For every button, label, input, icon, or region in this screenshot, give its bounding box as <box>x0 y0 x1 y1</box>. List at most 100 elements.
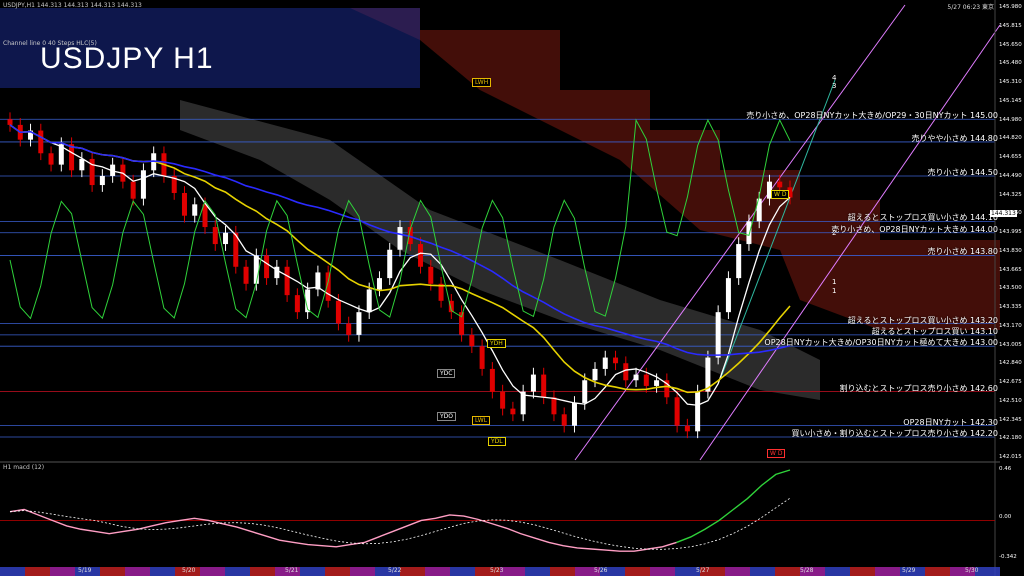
candle-body <box>294 295 300 313</box>
price-tick: 145.980 <box>999 4 1022 10</box>
candle-body <box>654 380 660 386</box>
date-tick: 5/20 <box>182 567 196 574</box>
candle-body <box>592 368 598 381</box>
price-tick: 144.655 <box>999 154 1022 160</box>
price-tick: 143.500 <box>999 285 1022 292</box>
channel-num-2: 2 <box>832 229 837 237</box>
candle-body <box>695 391 701 432</box>
candle-body <box>777 181 783 188</box>
session-bar <box>775 567 800 576</box>
price-tick: 142.180 <box>999 435 1022 442</box>
candle-body <box>284 266 290 296</box>
session-bar <box>725 567 750 576</box>
price-tick: 142.675 <box>999 379 1022 385</box>
candle-body <box>181 192 187 216</box>
date-tick: 5/22 <box>388 567 402 574</box>
channel-num-1b: 1 <box>832 287 837 295</box>
date-tick: 5/26 <box>594 567 608 574</box>
session-bar <box>150 567 175 576</box>
chart-title: USDJPY H1 <box>40 42 214 75</box>
price-tick: 143.335 <box>999 304 1022 310</box>
price-tick: 142.840 <box>999 360 1022 367</box>
session-bar <box>200 567 225 576</box>
price-tick: 142.345 <box>999 416 1022 423</box>
macd-tick: 0.46 <box>999 466 1012 472</box>
level-label-0: 売り小さめ、OP28日NYカット大きめ/OP29・30日NYカット 145.00 <box>746 111 998 121</box>
level-label-5: 売り小さめ 143.80 <box>927 247 998 257</box>
price-tick: 142.015 <box>999 454 1022 460</box>
price-tick: 144.820 <box>999 135 1022 142</box>
session-bar <box>400 567 425 576</box>
candle-body <box>674 397 680 426</box>
session-bar <box>625 567 650 576</box>
current-price-tag: 144.313 <box>990 210 1017 217</box>
macd-label: H1 macd (12) <box>3 464 45 471</box>
ydc-label: YDC <box>437 369 456 378</box>
candle-body <box>130 181 136 199</box>
candle-body <box>561 414 567 426</box>
level-label-11: 買い小さめ・割り込むとストップロス売り小さめ 142.20 <box>791 429 998 438</box>
session-bar <box>500 567 525 576</box>
session-bar <box>975 567 1000 576</box>
ydo-label: YDO <box>437 412 457 421</box>
candle-body <box>192 204 198 216</box>
session-bar <box>925 567 950 576</box>
candle-body <box>397 227 403 250</box>
candle-body <box>99 175 105 186</box>
candle-body <box>469 334 475 347</box>
price-tick: 142.510 <box>999 397 1022 404</box>
level-label-7: 超えるとストップロス買い 143.10 <box>871 326 998 336</box>
candle-body <box>541 374 547 398</box>
channel-num-4: 4 <box>832 74 837 82</box>
candle-body <box>684 425 690 432</box>
price-tick: 145.145 <box>999 97 1022 104</box>
candle-body <box>715 312 721 358</box>
macd-signal-line <box>9 497 791 550</box>
lwh-label: LWH <box>472 78 492 87</box>
candle-body <box>489 368 495 392</box>
candle-body <box>736 244 742 279</box>
candle-body <box>613 357 619 364</box>
ydl-label: YDL <box>488 437 506 446</box>
session-bar <box>325 567 350 576</box>
candle-body <box>376 278 382 290</box>
macd-line <box>9 508 677 552</box>
macd-line-up <box>676 469 791 544</box>
wd-top-label: W D <box>771 190 790 199</box>
price-tick: 143.995 <box>999 229 1022 235</box>
macd-tick: 0.00 <box>999 514 1012 520</box>
candle-body <box>223 232 229 245</box>
session-bar <box>50 567 75 576</box>
session-bar <box>250 567 275 576</box>
candle-body <box>243 266 249 284</box>
date-tick: 5/27 <box>696 567 710 574</box>
session-bar <box>100 567 125 576</box>
session-bar <box>350 567 375 576</box>
candle-body <box>479 346 485 369</box>
candle-body <box>366 289 372 313</box>
candle-body <box>140 170 146 199</box>
price-tick: 145.310 <box>999 79 1022 85</box>
session-bar <box>125 567 150 576</box>
level-label-9: 割り込むとストップロス売り小さめ 142.60 <box>839 383 998 393</box>
session-bar <box>300 567 325 576</box>
price-tick: 143.665 <box>999 266 1022 273</box>
price-tick: 145.815 <box>999 22 1022 29</box>
level-label-1: 売りやや小さめ 144.80 <box>911 133 998 143</box>
price-tick: 144.490 <box>999 172 1022 179</box>
session-bar <box>425 567 450 576</box>
candle-body <box>633 374 639 381</box>
candle-body <box>418 244 424 267</box>
session-bar <box>850 567 875 576</box>
date-tick: 5/28 <box>800 567 814 574</box>
date-tick: 5/29 <box>902 567 916 574</box>
price-tick: 143.005 <box>999 341 1022 348</box>
price-tick: 143.170 <box>999 322 1022 329</box>
price-tick: 144.325 <box>999 191 1022 198</box>
level-label-4: 売り小さめ、OP28日NYカット大きめ 144.00 <box>831 224 998 234</box>
candle-body <box>212 227 218 245</box>
candle-body <box>346 323 352 335</box>
candle-body <box>428 266 434 284</box>
price-tick: 145.480 <box>999 60 1022 67</box>
session-bar <box>550 567 575 576</box>
